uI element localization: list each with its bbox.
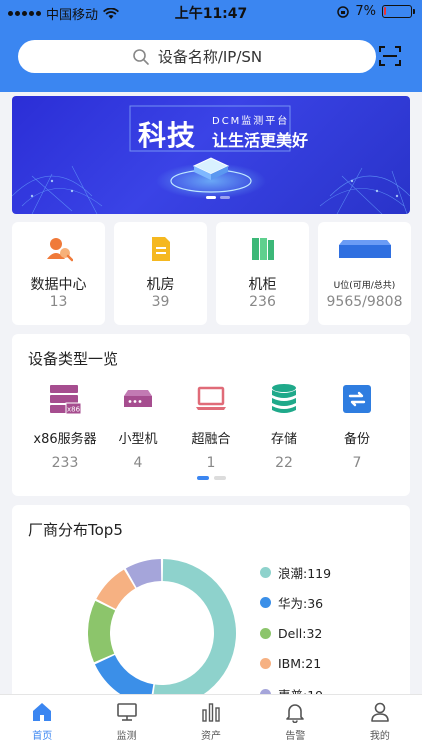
tab-label: 首页	[32, 731, 53, 742]
rotation-lock-icon	[337, 5, 350, 18]
tab-label: 监测	[116, 731, 137, 742]
cabinet-icon	[216, 234, 309, 264]
banner-headline: 科技	[138, 119, 197, 152]
tab-monitor[interactable]: 监测	[84, 695, 168, 750]
stat-value: 9565/9808	[326, 294, 403, 310]
banner-pager	[206, 196, 230, 199]
tab-assets[interactable]: 资产	[169, 695, 253, 750]
vendor-donut-chart[interactable]	[82, 553, 242, 713]
donut-slice-IBM[interactable]	[96, 569, 136, 610]
x86-server-icon: x86	[25, 382, 105, 416]
legend-item: 浪潮:119	[260, 557, 331, 588]
stat-value: 39	[151, 294, 170, 310]
legend-item: Dell:32	[260, 618, 331, 649]
stat-value: 236	[249, 294, 276, 310]
minicomputer-icon	[98, 382, 178, 416]
device-type-hyperconverged[interactable]: 超融合 1	[171, 382, 251, 471]
legend-label: Dell:32	[278, 625, 323, 641]
battery-level	[384, 7, 386, 15]
vendor-legend: 浪潮:119 华为:36 Dell:32 IBM:21 惠普:19	[260, 557, 331, 710]
svg-text:x86: x86	[67, 406, 81, 414]
tab-label: 告警	[285, 731, 306, 742]
device-types-title: 设备类型一览	[28, 350, 119, 368]
device-types-card: 设备类型一览 x86 x86服务器 233 小型机 4 超融合 1 存储 22 …	[12, 334, 410, 496]
stat-label: 数据中心	[30, 277, 87, 293]
battery-icon	[382, 5, 415, 18]
user-icon	[371, 702, 389, 722]
stat-u-slot[interactable]: U位(可用/总共) 9565/9808	[318, 222, 411, 325]
stat-value: 13	[49, 294, 68, 310]
donut-slice-浪潮[interactable]	[151, 559, 236, 707]
datacenter-icon	[12, 234, 105, 264]
hyperconverged-icon	[171, 382, 251, 416]
room-icon	[114, 234, 207, 264]
battery-percent: 7%	[355, 4, 376, 19]
promo-banner[interactable]: 科技 DCM监测平台 让生活更美好	[12, 96, 410, 214]
device-type-storage[interactable]: 存储 22	[244, 382, 324, 471]
device-type-backup[interactable]: 备份 7	[317, 382, 397, 471]
device-type-label: 小型机	[118, 432, 158, 447]
device-type-x86[interactable]: x86 x86服务器 233	[25, 382, 105, 471]
banner-platform: DCM监测平台	[212, 116, 290, 127]
tab-label: 我的	[369, 731, 390, 742]
status-right: 7%	[337, 4, 415, 19]
vendor-card: 厂商分布Top5 浪潮:119 华为:36 Dell:32 IBM:21 惠普:…	[12, 505, 410, 707]
status-bar: 中国移动 上午11:47 7%	[0, 0, 422, 24]
home-icon	[33, 703, 52, 721]
legend-label: 浪潮:119	[278, 565, 332, 581]
device-type-value: 233	[51, 455, 79, 471]
legend-label: IBM:21	[278, 656, 322, 672]
device-type-value: 22	[275, 455, 293, 471]
bell-icon	[286, 704, 305, 723]
stat-cabinet[interactable]: 机柜 236	[216, 222, 309, 325]
tab-bar: 首页 监测 资产 告警 我的	[0, 694, 422, 750]
monitor-icon	[116, 703, 137, 721]
scan-icon[interactable]	[378, 44, 402, 68]
backup-icon	[317, 382, 397, 416]
stat-datacenter[interactable]: 数据中心 13	[12, 222, 105, 325]
legend-item: IBM:21	[260, 649, 331, 680]
legend-label: 华为:36	[278, 596, 324, 612]
search-placeholder: 设备名称/IP/SN	[157, 48, 263, 66]
device-type-value: 7	[352, 455, 362, 471]
storage-icon	[244, 382, 324, 416]
legend-swatch	[260, 658, 271, 670]
device-type-label: 备份	[343, 432, 370, 447]
vendor-title: 厂商分布Top5	[28, 521, 123, 539]
donut-slice-Dell[interactable]	[88, 600, 116, 663]
legend-swatch	[260, 566, 271, 578]
stat-label: U位(可用/总共)	[333, 281, 396, 291]
legend-swatch	[260, 597, 271, 609]
search-bar[interactable]: 设备名称/IP/SN	[18, 40, 376, 73]
assets-icon	[202, 703, 220, 722]
stat-room[interactable]: 机房 39	[114, 222, 207, 325]
device-type-value: 1	[206, 455, 216, 471]
tab-home[interactable]: 首页	[0, 695, 84, 750]
device-type-minicomputer[interactable]: 小型机 4	[98, 382, 178, 471]
u-slot-icon	[318, 234, 411, 264]
device-type-label: 超融合	[191, 432, 231, 447]
device-types-pager[interactable]	[197, 476, 226, 480]
legend-swatch	[260, 627, 271, 639]
stat-label: 机柜	[248, 277, 277, 293]
legend-item: 华为:36	[260, 588, 331, 619]
device-type-value: 4	[133, 455, 143, 471]
banner-slogan: 让生活更美好	[212, 131, 309, 150]
device-type-label: 存储	[270, 432, 297, 447]
search-icon	[133, 48, 149, 65]
stat-label: 机房	[146, 277, 175, 293]
tab-alerts[interactable]: 告警	[253, 695, 337, 750]
tab-profile[interactable]: 我的	[338, 695, 422, 750]
tab-label: 资产	[201, 731, 222, 742]
device-type-label: x86服务器	[33, 432, 97, 447]
header: 中国移动 上午11:47 7% 设备名称/IP/SN	[0, 0, 422, 92]
